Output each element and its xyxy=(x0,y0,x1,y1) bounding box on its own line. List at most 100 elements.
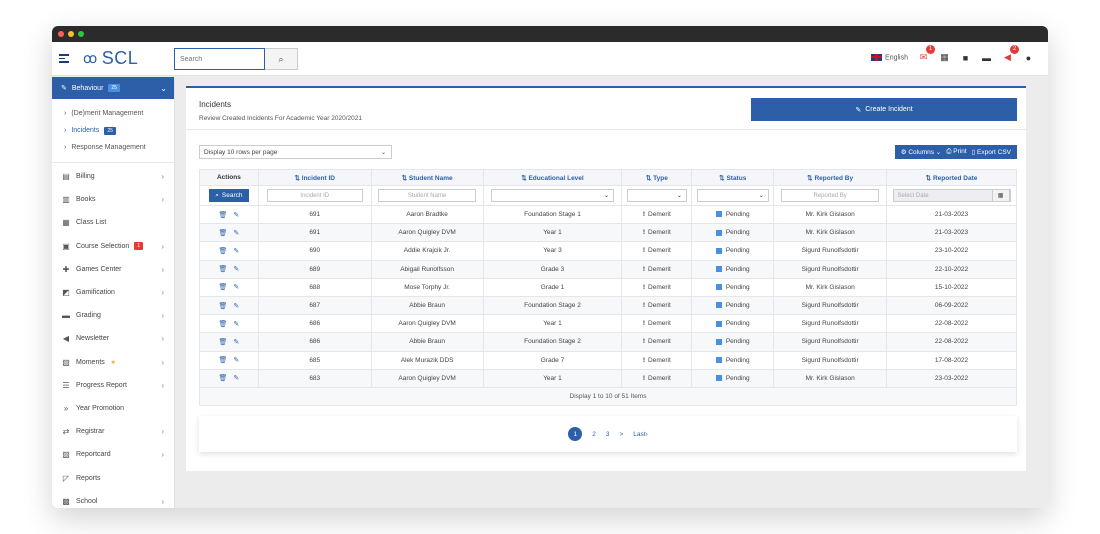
educational-level-filter[interactable]: ⌄ xyxy=(490,189,614,202)
delete-icon[interactable]: 🗑 xyxy=(219,375,228,382)
print-button[interactable]: ⎙ Print xyxy=(946,148,966,156)
chat-icon[interactable]: ■ xyxy=(960,53,971,63)
student-name-filter[interactable]: Student Name xyxy=(378,189,477,202)
delete-icon[interactable]: 🗑 xyxy=(219,212,228,219)
gavel-icon[interactable]: ✎ xyxy=(233,284,239,291)
reported-date-cell: 23-03-2022 xyxy=(886,368,1017,388)
sidebar-item-registrar[interactable]: ⇄ Registrar › xyxy=(52,420,174,443)
sidebar-subitem-response[interactable]: › Response Management xyxy=(52,139,174,156)
create-incident-button[interactable]: ✎ Create Incident xyxy=(751,98,1017,121)
sidebar-item-billing[interactable]: ▤ Billing › xyxy=(52,165,174,188)
status-cell: Pending xyxy=(691,204,775,225)
gavel-icon[interactable]: ✎ xyxy=(233,321,239,328)
search-input[interactable] xyxy=(174,48,265,70)
student-name-cell: Aaron Quigley DVM xyxy=(370,368,484,388)
reported-by-filter[interactable]: Reported By xyxy=(781,189,880,202)
gavel-icon[interactable]: ✎ xyxy=(233,357,239,364)
promotion-icon: » xyxy=(63,403,69,413)
table-row: 🗑 ✎ 691 Aaron Bradtke Foundation Stage 1! Dem… xyxy=(199,204,1017,225)
incident-id-cell: 683 xyxy=(257,368,372,388)
gavel-icon[interactable]: ✎ xyxy=(233,212,239,219)
page-2-button[interactable]: 2 xyxy=(592,431,596,438)
calendar-icon[interactable]: ▦ xyxy=(991,189,1010,202)
menu-toggle-icon[interactable] xyxy=(59,54,69,63)
last-label: Last› xyxy=(633,430,648,438)
sidebar-item-class-list[interactable]: ▦ Class List xyxy=(52,211,174,234)
sidebar-item-label: Progress Report xyxy=(76,381,127,389)
gavel-icon[interactable]: ✎ xyxy=(233,230,239,237)
table-toolbar: ⚙ Columns ⌄ ⎙ Print ▯ Export CSV xyxy=(894,145,1017,159)
delete-icon[interactable]: 🗑 xyxy=(219,303,228,310)
rows-per-page-select[interactable]: Display 10 rows per page ⌄ xyxy=(199,145,392,159)
delete-icon[interactable]: 🗑 xyxy=(219,284,228,291)
sidebar-item-moments[interactable]: ▧ Moments ✶ › xyxy=(52,351,174,374)
maximize-dot[interactable] xyxy=(78,31,84,37)
page-3-button[interactable]: 3 xyxy=(606,431,610,438)
sidebar-item-year-promotion[interactable]: » Year Promotion xyxy=(52,397,174,420)
sidebar-item-reports[interactable]: ◸ Reports xyxy=(52,466,174,489)
sidebar-item-newsletter[interactable]: ◀ Newsletter › xyxy=(52,327,174,350)
announcement-icon[interactable]: ◀ 2 xyxy=(1002,45,1019,63)
sidebar-item-books[interactable]: ▥ Books › xyxy=(52,188,174,211)
header-status[interactable]: ⇅ Status xyxy=(691,169,775,186)
reported-date-filter[interactable]: Select Date ▦ xyxy=(892,189,1011,202)
delete-icon[interactable]: 🗑 xyxy=(219,266,228,273)
table-row: 🗑 ✎ 689 Abigail Runolfsson Grade 3! Demerit Pe… xyxy=(199,259,1017,279)
last-page-button[interactable]: Last› xyxy=(633,431,647,438)
gavel-icon[interactable]: ✎ xyxy=(233,266,239,273)
close-dot[interactable] xyxy=(58,31,64,37)
delete-icon[interactable]: 🗑 xyxy=(219,357,228,364)
table-search-button[interactable]: ⌕ Search xyxy=(208,189,249,202)
header-student-name[interactable]: ⇅ Student Name xyxy=(370,169,484,186)
header-reported-date[interactable]: ⇅ Reported Date xyxy=(886,169,1017,186)
search-button[interactable]: ⌕ xyxy=(265,48,298,70)
status-label: Pending xyxy=(725,283,750,291)
gavel-icon[interactable]: ✎ xyxy=(233,375,239,382)
reported-by-cell: Sigurd Runolfsdottir xyxy=(773,350,888,370)
type-cell: ! Demerit xyxy=(621,350,693,370)
page-number: 2 xyxy=(592,430,596,438)
calendar-icon[interactable]: ▦ xyxy=(939,52,950,63)
delete-icon[interactable]: 🗑 xyxy=(219,339,228,346)
header-reported-by[interactable]: ⇅ Reported By xyxy=(773,169,888,186)
sidebar-item-gamification[interactable]: ◩ Gamification › xyxy=(52,281,174,304)
delete-icon[interactable]: 🗑 xyxy=(219,230,228,237)
header-type[interactable]: ⇅ Type xyxy=(621,169,693,186)
sidebar-item-progress-report[interactable]: ☰ Progress Report › xyxy=(52,374,174,397)
sidebar-item-reportcard[interactable]: ▨ Reportcard › xyxy=(52,443,174,466)
gavel-icon[interactable]: ✎ xyxy=(233,303,239,310)
sidebar-item-school[interactable]: ▩ School › xyxy=(52,490,174,508)
delete-icon[interactable]: 🗑 xyxy=(219,321,228,328)
card-icon[interactable]: ▬ xyxy=(981,53,992,63)
language-selector[interactable]: English xyxy=(871,53,908,61)
gavel-icon[interactable]: ✎ xyxy=(233,248,239,255)
user-icon[interactable]: ● xyxy=(1023,53,1034,63)
incident-id-filter[interactable]: Incident ID xyxy=(266,189,363,202)
status-filter[interactable]: ⌄ xyxy=(696,189,769,202)
header-educational-level[interactable]: ⇅ Educational Level xyxy=(482,169,623,186)
sidebar-item-grading[interactable]: ▬ Grading › xyxy=(52,304,174,327)
export-csv-button[interactable]: ▯ Export CSV xyxy=(972,148,1011,156)
sidebar-subitem-demerit[interactable]: › (De)merit Management xyxy=(52,105,174,122)
type-filter[interactable]: ⌄ xyxy=(626,189,687,202)
chevron-right-icon: › xyxy=(64,110,67,117)
minimize-dot[interactable] xyxy=(68,31,74,37)
chevron-right-icon: › xyxy=(161,450,164,460)
gavel-icon[interactable]: ✎ xyxy=(233,339,239,346)
mail-icon[interactable]: ✉ 1 xyxy=(918,45,935,63)
sidebar-item-label: Course Selection xyxy=(76,242,130,250)
columns-button[interactable]: ⚙ Columns ⌄ xyxy=(901,148,942,156)
header-incident-id[interactable]: ⇅ Incident ID xyxy=(257,169,372,186)
sidebar-item-games-center[interactable]: ✚ Games Center › xyxy=(52,258,174,281)
next-page-button[interactable]: > xyxy=(620,431,624,438)
page-1-button[interactable]: 1 xyxy=(568,427,583,441)
sidebar-subitem-incidents[interactable]: › Incidents 25 xyxy=(52,122,174,139)
incident-id-cell: 688 xyxy=(257,277,372,297)
sidebar-item-behaviour[interactable]: ✎ Behaviour 25 ⌄ xyxy=(52,77,174,99)
chevron-right-icon: › xyxy=(64,127,67,134)
sidebar-item-course-selection[interactable]: ▣ Course Selection 1 › xyxy=(52,235,174,258)
sidebar-item-label: Billing xyxy=(76,173,95,181)
status-square-icon xyxy=(715,356,722,363)
delete-icon[interactable]: 🗑 xyxy=(219,248,228,255)
app-logo[interactable]: ꝏ SCL xyxy=(83,48,138,69)
